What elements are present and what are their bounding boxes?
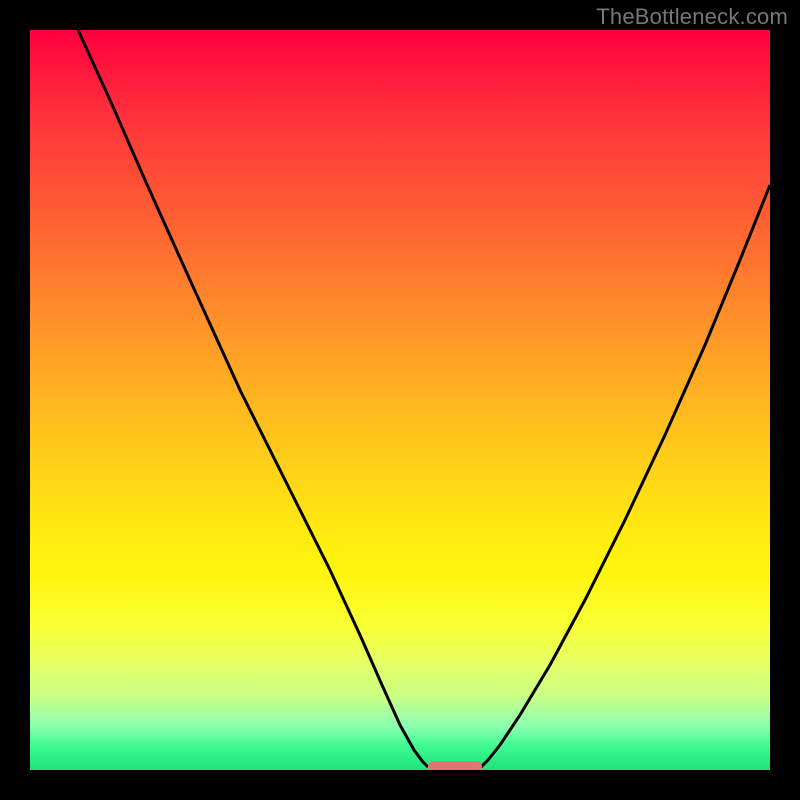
curve-right-branch [481,185,770,767]
optimal-marker-icon [428,761,482,770]
plot-area [30,30,770,770]
bottleneck-curve [30,30,770,770]
chart-frame: TheBottleneck.com [0,0,800,800]
watermark-text: TheBottleneck.com [596,4,788,30]
curve-left-branch [78,30,428,767]
